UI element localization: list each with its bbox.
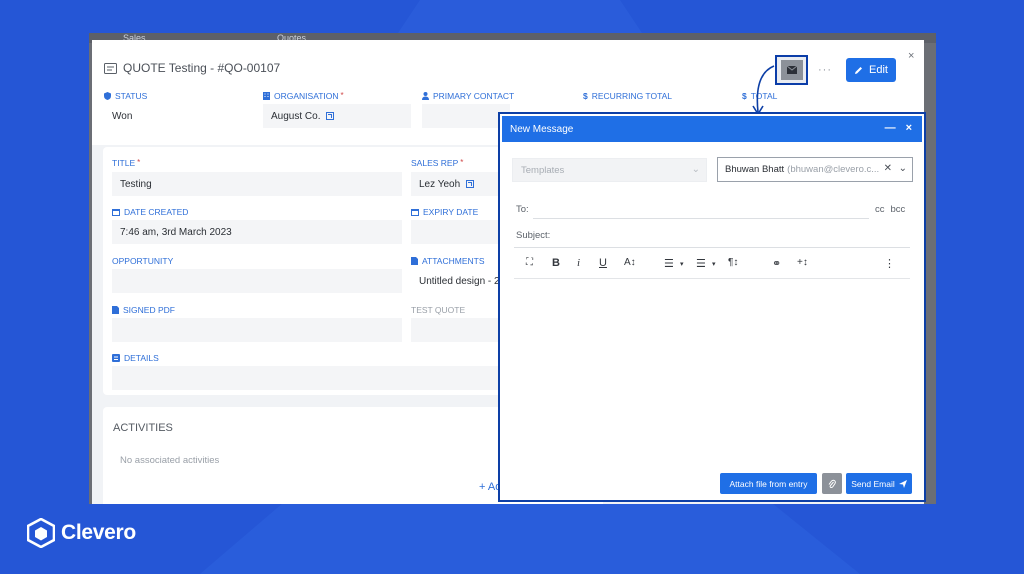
compose-header: New Message — × [502, 116, 922, 142]
external-link-icon[interactable] [326, 112, 335, 120]
more-button[interactable]: ··· [818, 64, 832, 76]
sales-rep-label: SALES REP * [411, 158, 464, 168]
compose-controls: — × [885, 122, 912, 134]
edit-button[interactable]: Edit [846, 58, 896, 82]
user-icon [422, 92, 429, 100]
subject-label: Subject: [516, 230, 551, 241]
edit-button-label: Edit [869, 64, 888, 76]
link-icon[interactable]: ⚭ [772, 257, 781, 270]
paperclip-button[interactable] [822, 473, 842, 494]
date-created-label: DATE CREATED [112, 207, 188, 217]
test-quote-label: TEST QUOTE [411, 305, 466, 315]
organisation-label: ORGANISATION * [263, 91, 344, 101]
activities-empty: No associated activities [120, 455, 220, 466]
fullscreen-icon[interactable]: ⛶ [526, 257, 533, 268]
dollar-icon: $ [583, 91, 588, 101]
page-title: QUOTE Testing - #QO-00107 [123, 61, 281, 75]
close-panel-icon[interactable]: × [908, 50, 914, 62]
more-icon[interactable]: ⋮ [884, 257, 895, 270]
cc-link[interactable]: cc [875, 204, 885, 215]
expiry-date-label: EXPIRY DATE [411, 207, 478, 217]
send-email-button[interactable]: Send Email [846, 473, 912, 494]
cc-bcc-links: cc bcc [875, 204, 905, 215]
signed-pdf-label: SIGNED PDF [112, 305, 175, 315]
editor-toolbar: ⛶ B i U A↕ ☰ ▾ ☰ ▾ ¶↕ ⚭ +↕ ⋮ [514, 254, 910, 276]
title-value[interactable]: Testing [112, 172, 402, 196]
send-icon [898, 479, 907, 488]
clear-icon[interactable]: ✕ [880, 163, 892, 174]
bullet-list-icon[interactable]: ☰ [696, 257, 706, 270]
file-icon [112, 306, 119, 314]
primary-contact-label: PRIMARY CONTACT [422, 91, 514, 101]
to-label: To: [516, 204, 529, 215]
pencil-icon [855, 66, 863, 74]
italic-button[interactable]: i [577, 257, 580, 269]
clevero-logo-icon [27, 518, 55, 548]
bcc-link[interactable]: bcc [891, 204, 906, 215]
quote-icon [104, 62, 117, 74]
minimize-icon[interactable]: — [885, 122, 896, 134]
pointer-arrow [752, 65, 775, 116]
calendar-icon [411, 209, 419, 216]
templates-select[interactable]: Templates ⌄ [512, 158, 707, 182]
compose-title: New Message [510, 123, 574, 135]
attach-file-button[interactable]: Attach file from entry [720, 473, 817, 494]
page-title-row: QUOTE Testing - #QO-00107 [104, 61, 280, 75]
building-icon [263, 92, 270, 100]
chevron-down-icon[interactable]: ▾ [712, 260, 716, 268]
compose-modal: New Message — × Templates ⌄ Bhuwan Bhatt… [498, 112, 926, 502]
signed-pdf-value[interactable] [112, 318, 402, 342]
from-select[interactable]: Bhuwan Bhatt (bhuwan@clevero.c... ✕ ⌄ [717, 157, 913, 182]
chevron-down-icon[interactable]: ⌄ [899, 163, 907, 174]
opportunity-label: OPPORTUNITY [112, 256, 174, 266]
bold-button[interactable]: B [552, 257, 560, 269]
opportunity-value[interactable] [112, 269, 402, 293]
chevron-down-icon: ⌄ [691, 164, 700, 175]
brand-name: Clevero [61, 521, 136, 544]
status-label: STATUS [104, 91, 147, 101]
to-input[interactable] [533, 218, 869, 219]
activities-title: ACTIVITIES [113, 422, 173, 434]
title-label: TITLE * [112, 158, 141, 168]
primary-contact-value [422, 104, 510, 128]
underline-button[interactable]: U [599, 257, 607, 269]
recurring-total-label: $ RECURRING TOTAL [583, 91, 673, 101]
close-icon[interactable]: × [906, 122, 912, 134]
organisation-value: August Co. [263, 104, 411, 128]
attachments-label: ATTACHMENTS [411, 256, 485, 266]
brand-logo: Clevero [27, 518, 136, 548]
toolbar-divider [514, 278, 910, 279]
subject-input[interactable] [514, 247, 910, 248]
date-created-value[interactable]: 7:46 am, 3rd March 2023 [112, 220, 402, 244]
calendar-icon [112, 209, 120, 216]
paperclip-icon [828, 479, 836, 488]
status-value: Won [104, 104, 252, 128]
insert-icon[interactable]: +↕ [797, 257, 808, 268]
details-label: DETAILS [112, 353, 159, 363]
file-icon [411, 257, 418, 265]
font-size-button[interactable]: A↕ [624, 257, 636, 268]
external-link-icon[interactable] [466, 180, 475, 188]
details-icon [112, 354, 120, 362]
paragraph-icon[interactable]: ¶↕ [728, 257, 738, 268]
ordered-list-icon[interactable]: ☰ [664, 257, 674, 270]
shield-icon [104, 92, 111, 100]
chevron-down-icon[interactable]: ▾ [680, 260, 684, 268]
